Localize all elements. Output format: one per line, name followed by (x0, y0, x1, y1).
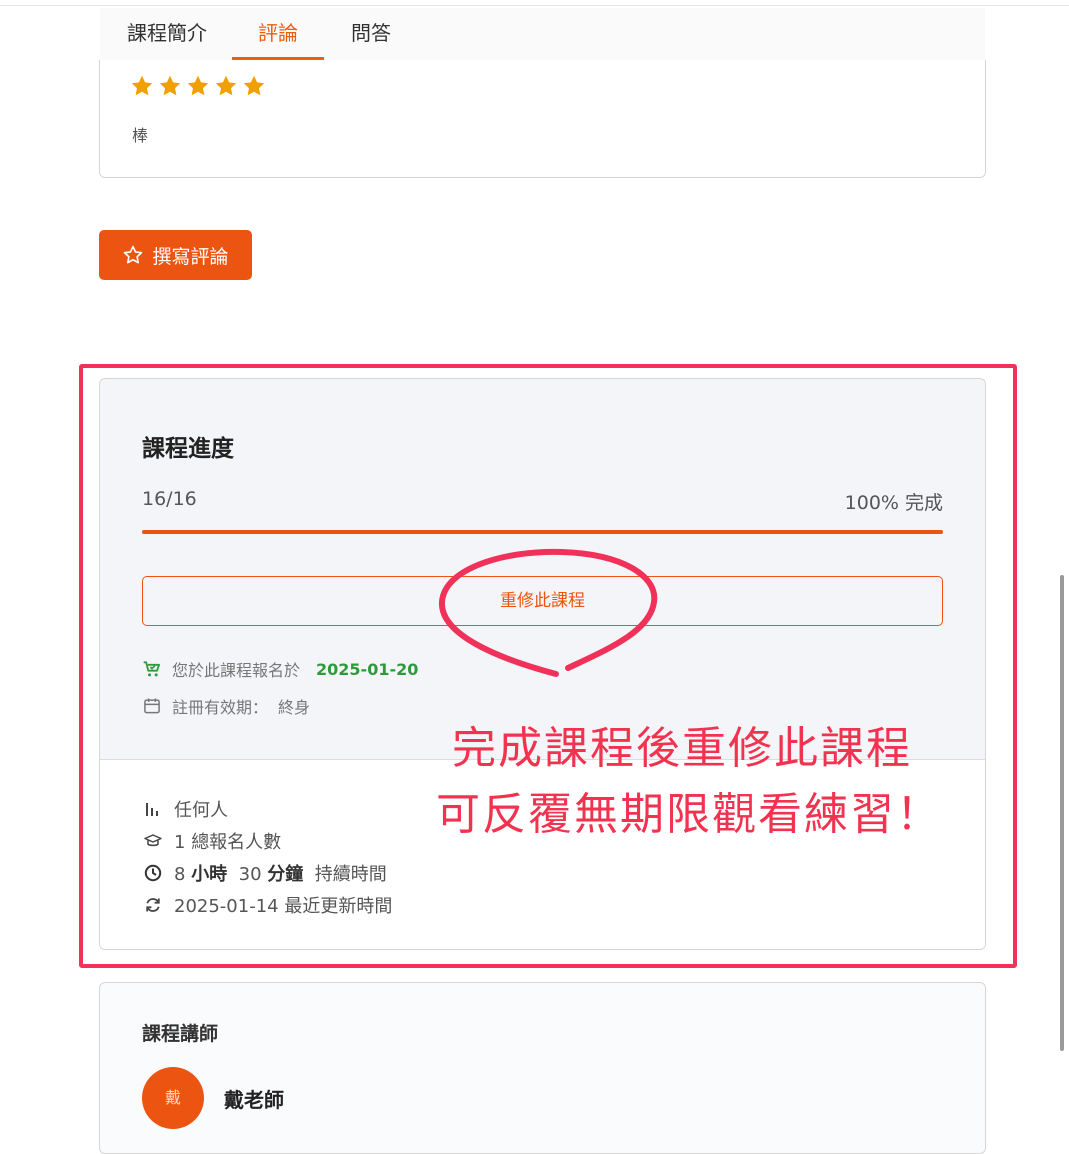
star-icon (214, 74, 238, 102)
annotation-line-2: 可反覆無期限觀看練習！ (436, 789, 942, 840)
star-rating (130, 74, 266, 102)
scrollbar[interactable] (1060, 575, 1064, 1051)
star-outline-icon (122, 244, 144, 266)
review-card: 棒 (99, 60, 986, 178)
avatar[interactable]: 戴 (142, 1067, 204, 1129)
star-icon (158, 74, 182, 102)
course-tabs: 課程簡介 評論 問答 (100, 8, 985, 60)
write-review-button[interactable]: 撰寫評論 (99, 230, 252, 280)
instructor-heading: 課程講師 (142, 1023, 219, 1045)
tab-qa[interactable]: 問答 (348, 8, 394, 58)
star-icon (130, 74, 154, 102)
review-text: 棒 (132, 126, 149, 145)
top-divider (0, 5, 1069, 6)
annotation-circle (438, 548, 658, 677)
star-icon (186, 74, 210, 102)
star-icon (242, 74, 266, 102)
write-review-label: 撰寫評論 (152, 245, 229, 268)
tab-reviews[interactable]: 評論 (232, 8, 324, 58)
tab-intro[interactable]: 課程簡介 (124, 8, 210, 58)
instructor-card: 課程講師 戴 戴老師 (99, 982, 986, 1154)
instructor-name[interactable]: 戴老師 (224, 1084, 284, 1113)
annotation-line-1: 完成課程後重修此課程 (452, 723, 912, 774)
